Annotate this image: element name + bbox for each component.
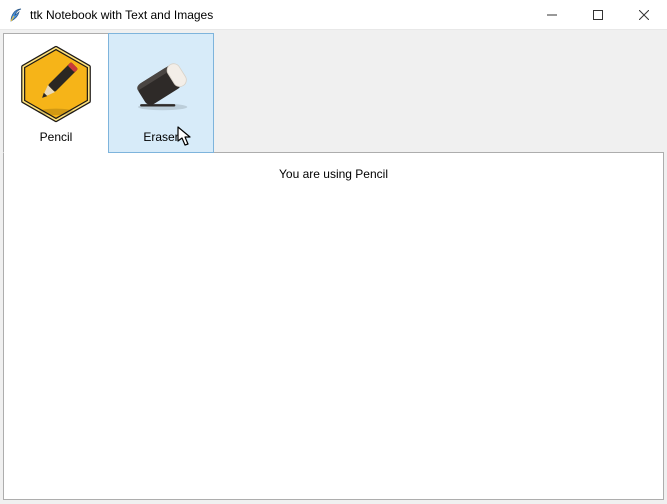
eraser-icon [117, 40, 205, 128]
titlebar: ttk Notebook with Text and Images [0, 0, 667, 30]
content-message: You are using Pencil [279, 167, 388, 181]
cursor-icon [177, 126, 195, 151]
maximize-button[interactable] [575, 0, 621, 30]
tab-strip: Pencil Eraser [3, 33, 664, 153]
app-feather-icon [8, 7, 24, 23]
close-button[interactable] [621, 0, 667, 30]
client-area: Pencil Eraser [0, 30, 667, 504]
tab-content: You are using Pencil [3, 152, 664, 500]
tab-label: Eraser [143, 130, 178, 144]
tab-label: Pencil [40, 130, 73, 144]
pencil-icon [12, 40, 100, 128]
tab-eraser[interactable]: Eraser [108, 33, 214, 153]
window-title: ttk Notebook with Text and Images [30, 8, 213, 22]
tab-pencil[interactable]: Pencil [3, 33, 109, 153]
minimize-button[interactable] [529, 0, 575, 30]
